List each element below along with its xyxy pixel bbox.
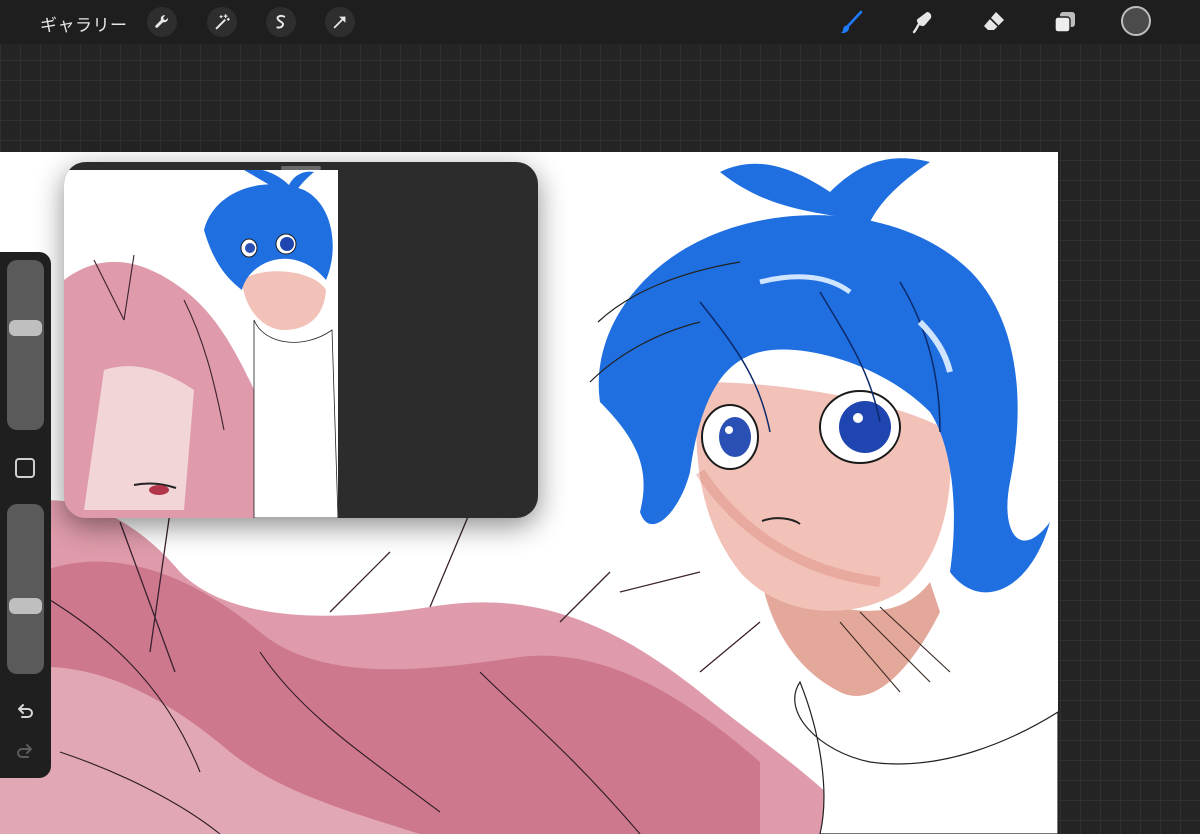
opacity-slider[interactable] <box>7 504 44 674</box>
smudge-icon[interactable] <box>909 8 937 36</box>
brush-icon[interactable] <box>838 8 866 36</box>
brush-size-slider-knob[interactable] <box>9 320 42 336</box>
selection-icon[interactable] <box>266 7 296 37</box>
top-toolbar: ギャラリー <box>0 0 1200 44</box>
undo-icon[interactable] <box>12 698 38 724</box>
layers-icon[interactable] <box>1051 8 1079 36</box>
eraser-icon[interactable] <box>980 8 1008 36</box>
color-picker-swatch[interactable] <box>1121 6 1151 36</box>
reference-window[interactable] <box>64 162 538 518</box>
brush-size-slider[interactable] <box>7 260 44 430</box>
opacity-slider-knob[interactable] <box>9 598 42 614</box>
gallery-button[interactable]: ギャラリー <box>40 11 128 36</box>
reference-thumbnail <box>64 170 338 518</box>
redo-icon[interactable] <box>12 738 38 764</box>
wrench-icon[interactable] <box>147 7 177 37</box>
transform-icon[interactable] <box>325 7 355 37</box>
magic-wand-icon[interactable] <box>207 7 237 37</box>
modify-button[interactable] <box>15 458 35 478</box>
left-sidebar <box>0 252 51 778</box>
